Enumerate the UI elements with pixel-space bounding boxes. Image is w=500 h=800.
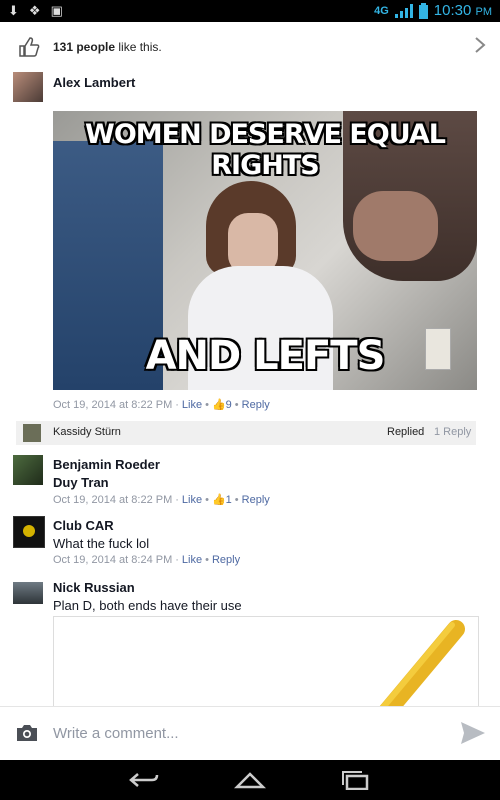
recent-apps-icon[interactable] bbox=[340, 770, 372, 790]
home-icon[interactable] bbox=[234, 770, 266, 790]
comment-author[interactable]: Benjamin Roeder bbox=[53, 457, 160, 472]
avatar[interactable] bbox=[13, 455, 43, 485]
comment-text: What the fuck lol bbox=[53, 536, 150, 551]
send-icon[interactable] bbox=[460, 721, 486, 745]
network-type: 4G bbox=[374, 4, 389, 17]
reply-summary[interactable]: Kassidy Stürn Replied 1 Reply bbox=[16, 421, 476, 445]
battery-icon bbox=[418, 2, 428, 19]
like-link[interactable]: Like bbox=[182, 399, 202, 411]
thumbs-up-icon bbox=[19, 37, 40, 57]
like-count[interactable]: 👍1 bbox=[212, 494, 232, 506]
comment-image[interactable] bbox=[53, 616, 479, 706]
like-link[interactable]: Like bbox=[182, 494, 202, 506]
post-meta: Oct 19, 2014 at 8:22 PM · Like • 👍9 • Reply bbox=[53, 399, 270, 411]
dropbox-icon: ❖ bbox=[28, 3, 41, 18]
likes-summary-row[interactable]: 131 people like this. bbox=[0, 22, 500, 72]
comment-meta: Oct 19, 2014 at 8:22 PM · Like • 👍1 • Reply bbox=[53, 494, 270, 506]
comment-composer: Write a comment... bbox=[0, 706, 500, 761]
meme-bottom-caption: AND LEFTS bbox=[145, 333, 386, 379]
comments-panel: 131 people like this. Alex Lambert WOMEN… bbox=[0, 22, 500, 706]
meme-top-caption: WOMEN DESERVE EQUAL RIGHTS bbox=[85, 119, 446, 181]
avatar[interactable] bbox=[13, 516, 45, 548]
post-author[interactable]: Alex Lambert bbox=[53, 75, 135, 90]
avatar[interactable] bbox=[13, 582, 43, 604]
signal-icon bbox=[394, 3, 413, 18]
reply-count[interactable]: 1 Reply bbox=[434, 426, 471, 438]
comment-author[interactable]: Club CAR bbox=[53, 518, 114, 533]
status-bar: ⬇ ❖ ▣ 4G 10:30 PM bbox=[0, 0, 500, 22]
reply-link[interactable]: Reply bbox=[242, 399, 270, 411]
timestamp: Oct 19, 2014 at 8:22 PM bbox=[53, 399, 173, 411]
replied-label: Replied bbox=[387, 426, 425, 438]
reply-link[interactable]: Reply bbox=[212, 554, 240, 566]
system-nav-bar bbox=[0, 760, 500, 800]
meme-image[interactable]: WOMEN DESERVE EQUAL RIGHTS AND LEFTS bbox=[53, 111, 477, 390]
comment-meta: Oct 19, 2014 at 8:24 PM · Like • Reply bbox=[53, 554, 241, 566]
reply-author: Kassidy Stürn bbox=[53, 426, 121, 438]
likes-text: 131 people like this. bbox=[53, 40, 162, 54]
chevron-right-icon[interactable] bbox=[474, 36, 486, 54]
download-icon: ⬇ bbox=[8, 3, 19, 18]
avatar[interactable] bbox=[13, 72, 43, 102]
back-icon[interactable] bbox=[128, 770, 160, 790]
image-icon: ▣ bbox=[50, 3, 63, 18]
like-link[interactable]: Like bbox=[182, 554, 202, 566]
comment-text: Plan D, both ends have their use bbox=[53, 598, 242, 613]
comment-author[interactable]: Nick Russian bbox=[53, 580, 135, 595]
camera-icon[interactable] bbox=[16, 724, 38, 742]
avatar bbox=[23, 424, 41, 442]
clock: 10:30 PM bbox=[433, 2, 492, 19]
like-count[interactable]: 👍9 bbox=[212, 399, 232, 411]
reply-link[interactable]: Reply bbox=[242, 494, 270, 506]
comment-text[interactable]: Duy Tran bbox=[53, 475, 109, 490]
pencil-image bbox=[379, 620, 465, 706]
comment-input[interactable]: Write a comment... bbox=[53, 725, 179, 742]
